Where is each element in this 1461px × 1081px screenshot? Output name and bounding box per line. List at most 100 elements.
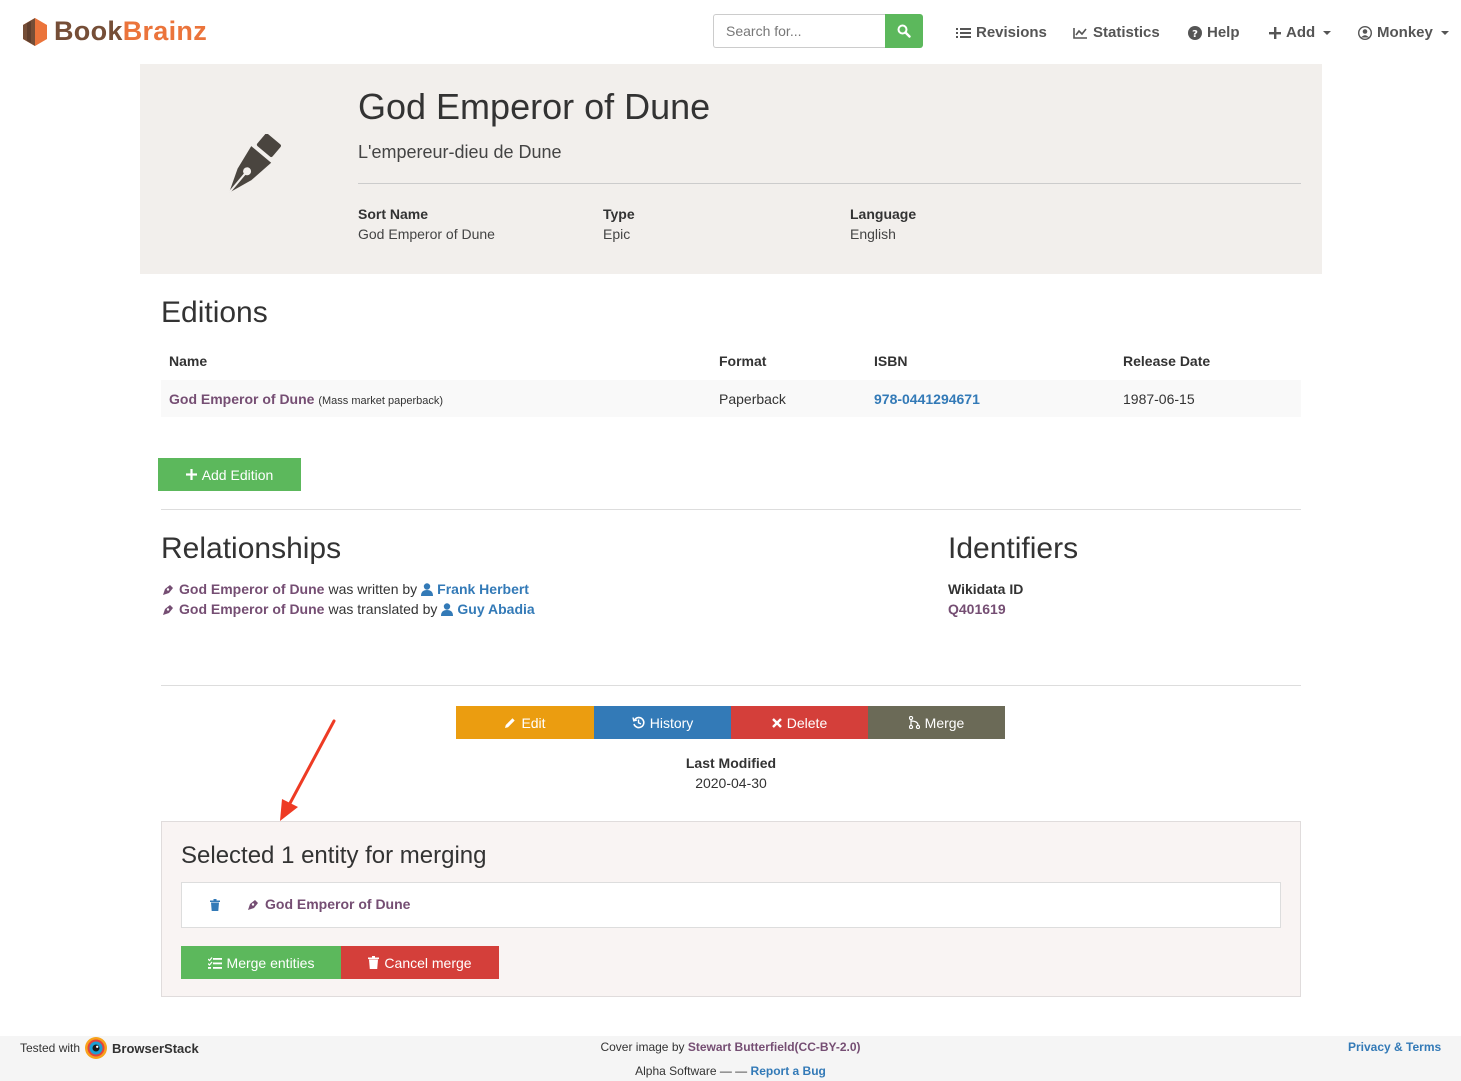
col-format-header: Format: [719, 353, 767, 369]
alpha-label: Alpha Software — —: [635, 1064, 748, 1078]
merge-entities-button[interactable]: Merge entities: [181, 946, 341, 979]
sort-name-label: Sort Name: [358, 206, 429, 222]
question-circle-icon: ?: [1188, 25, 1202, 40]
user-circle-icon: [1358, 25, 1372, 40]
cancel-merge-button[interactable]: Cancel merge: [341, 946, 499, 979]
nav-help[interactable]: ? Help: [1188, 24, 1240, 41]
search-button[interactable]: [885, 14, 923, 48]
col-release-date-header: Release Date: [1123, 353, 1211, 369]
pen-nib-icon: [228, 134, 281, 194]
table-row: God Emperor of Dune (Mass market paperba…: [161, 380, 1301, 417]
edit-button[interactable]: Edit: [456, 706, 594, 739]
search-input[interactable]: [713, 14, 885, 48]
edition-name-cell: God Emperor of Dune (Mass market paperba…: [169, 391, 443, 407]
pencil-icon: [505, 717, 516, 728]
edition-release-date-cell: 1987-06-15: [1123, 391, 1195, 407]
last-modified-value: 2020-04-30: [695, 775, 767, 791]
alpha-notice: Alpha Software — — Report a Bug: [0, 1064, 1461, 1078]
wikidata-id-link[interactable]: Q401619: [948, 601, 1006, 617]
editions-heading: Editions: [161, 296, 268, 329]
merge-label: Merge: [924, 714, 965, 731]
header-divider: [358, 183, 1301, 184]
entity-subtitle: L'empereur-dieu de Dune: [358, 142, 562, 162]
nav-statistics-label: Statistics: [1093, 24, 1160, 41]
history-button[interactable]: History: [594, 706, 731, 739]
history-label: History: [649, 714, 694, 731]
brand-name: BookBrainz: [54, 16, 208, 46]
code-fork-icon: [908, 716, 920, 729]
last-modified-label: Last Modified: [685, 755, 777, 771]
nav-user-dropdown[interactable]: Monkey: [1358, 24, 1449, 41]
edition-isbn-link[interactable]: 978-0441294671: [874, 391, 980, 407]
merge-entity-list: God Emperor of Dune: [181, 882, 1281, 928]
search-form: [713, 14, 923, 48]
wikidata-label: Wikidata ID: [948, 581, 1024, 597]
nav-statistics[interactable]: Statistics: [1073, 24, 1160, 41]
nav-help-label: Help: [1207, 24, 1240, 41]
privacy-terms-link[interactable]: Privacy & Terms: [1348, 1040, 1441, 1054]
type-value: Epic: [603, 226, 631, 242]
cover-license-link[interactable]: (CC-BY-2.0): [795, 1040, 861, 1054]
language-label: Language: [850, 206, 917, 222]
trash-icon[interactable]: [210, 899, 220, 911]
merge-panel-title: Selected 1 entity for merging: [181, 842, 487, 869]
close-icon: [771, 717, 782, 728]
section-divider: [161, 509, 1301, 510]
col-name-header: Name: [169, 353, 208, 369]
chevron-down-icon: [1440, 30, 1449, 35]
tasks-icon: [207, 956, 222, 969]
edit-label: Edit: [521, 714, 546, 731]
merge-entities-label: Merge entities: [226, 954, 315, 971]
type-field: Type Epic: [603, 206, 635, 242]
add-edition-label: Add Edition: [201, 466, 274, 483]
edition-format-cell: Paperback: [719, 391, 786, 407]
language-field: Language English: [850, 206, 916, 242]
history-icon: [632, 716, 645, 729]
navbar: BookBrainz Revisions Statistics ? Hel: [0, 0, 1461, 64]
bookbrainz-logo-icon: [23, 17, 47, 46]
edition-name-link[interactable]: God Emperor of Dune: [169, 391, 314, 407]
add-edition-button[interactable]: Add Edition: [158, 458, 301, 491]
pen-nib-icon: [248, 899, 258, 910]
merge-button[interactable]: Merge: [868, 706, 1005, 739]
identifiers-heading: Identifiers: [948, 532, 1079, 565]
cover-credit: Cover image by Stewart Butterfield(CC-BY…: [0, 1040, 1461, 1054]
relationship-source-link[interactable]: God Emperor of Dune: [179, 601, 324, 617]
relationship-item: God Emperor of Dune was translated by Gu…: [161, 601, 535, 617]
delete-label: Delete: [786, 714, 828, 731]
relationship-target-link[interactable]: Frank Herbert: [437, 581, 529, 597]
type-label: Type: [603, 206, 635, 222]
nav-user-label: Monkey: [1377, 24, 1433, 41]
plus-icon: [1269, 26, 1281, 39]
relationship-target-link[interactable]: Guy Abadia: [457, 601, 534, 617]
pen-nib-icon: [163, 584, 173, 595]
merge-panel: Selected 1 entity for merging God Empero…: [161, 821, 1301, 997]
delete-button[interactable]: Delete: [731, 706, 868, 739]
nav-add-dropdown[interactable]: Add: [1269, 24, 1332, 41]
language-value: English: [850, 226, 896, 242]
nav-revisions[interactable]: Revisions: [956, 24, 1047, 41]
merge-entity-link[interactable]: God Emperor of Dune: [265, 896, 410, 912]
sort-name-field: Sort Name God Emperor of Dune: [358, 206, 495, 242]
nav-revisions-label: Revisions: [976, 24, 1047, 41]
chevron-down-icon: [1323, 30, 1332, 35]
entity-header: God Emperor of Dune L'empereur-dieu de D…: [140, 64, 1322, 274]
list-item: God Emperor of Dune: [246, 896, 410, 912]
relationship-source-link[interactable]: God Emperor of Dune: [179, 581, 324, 597]
user-icon: [441, 602, 454, 616]
relationship-item: God Emperor of Dune was written by Frank…: [161, 581, 529, 597]
nav-add-label: Add: [1286, 24, 1316, 41]
report-bug-link[interactable]: Report a Bug: [751, 1064, 826, 1078]
brand-link[interactable]: BookBrainz: [22, 16, 207, 47]
sort-name-value: God Emperor of Dune: [358, 226, 495, 242]
line-chart-icon: [1073, 27, 1087, 39]
edition-name-note: (Mass market paperback): [318, 395, 444, 407]
entity-title: God Emperor of Dune: [358, 86, 711, 127]
user-icon: [421, 582, 434, 596]
cancel-merge-label: Cancel merge: [384, 954, 472, 971]
cover-author-link[interactable]: Stewart Butterfield: [688, 1040, 795, 1054]
section-divider: [161, 685, 1301, 686]
svg-text:?: ?: [1192, 29, 1198, 40]
annotation-arrow-icon: [280, 719, 336, 821]
relationship-verb: was written by: [328, 581, 418, 597]
